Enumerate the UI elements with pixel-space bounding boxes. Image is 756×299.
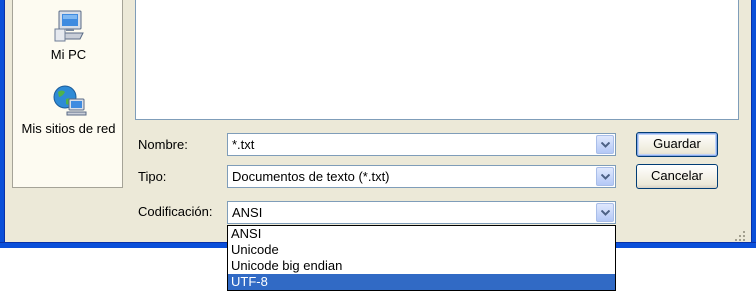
save-dialog: Mi PC Mis sitios de red Nombre: *.txt Ti… [0,0,756,248]
places-item-my-computer[interactable]: Mi PC [13,8,124,62]
file-name-label: Nombre: [138,137,188,152]
window-frame-left [0,0,5,248]
file-list[interactable] [135,0,739,120]
file-type-dropdown-button[interactable] [596,167,614,186]
file-type-select[interactable]: Documentos de texto (*.txt) [227,165,616,188]
cancel-button[interactable]: Cancelar [636,164,718,189]
encoding-option-utf8[interactable]: UTF-8 [228,274,615,290]
encoding-option-unicode-big-endian[interactable]: Unicode big endian [228,258,615,274]
chevron-down-icon [601,142,610,148]
encoding-option-ansi[interactable]: ANSI [228,226,615,242]
chevron-down-icon [601,210,610,216]
places-item-label: Mi PC [50,47,87,62]
network-places-icon [50,82,88,118]
encoding-label: Codificación: [138,204,213,219]
file-name-input[interactable]: *.txt [232,137,254,152]
my-computer-icon [50,8,88,44]
encoding-select[interactable]: ANSI [227,201,616,224]
places-item-label: Mis sitios de red [21,121,116,136]
encoding-options-list[interactable]: ANSI Unicode Unicode big endian UTF-8 [227,225,616,291]
file-type-label: Tipo: [138,169,167,184]
chevron-down-icon [601,174,610,180]
file-name-dropdown-button[interactable] [596,135,614,154]
places-bar: Mi PC Mis sitios de red [12,0,123,188]
file-type-value: Documentos de texto (*.txt) [232,169,390,184]
places-item-network[interactable]: Mis sitios de red [13,82,124,136]
resize-grip-icon[interactable] [734,230,746,242]
encoding-option-unicode[interactable]: Unicode [228,242,615,258]
encoding-value: ANSI [232,205,263,220]
file-name-combobox[interactable]: *.txt [227,133,616,156]
window-frame-right [751,0,756,248]
encoding-dropdown-button[interactable] [596,203,614,222]
save-button[interactable]: Guardar [636,132,718,157]
